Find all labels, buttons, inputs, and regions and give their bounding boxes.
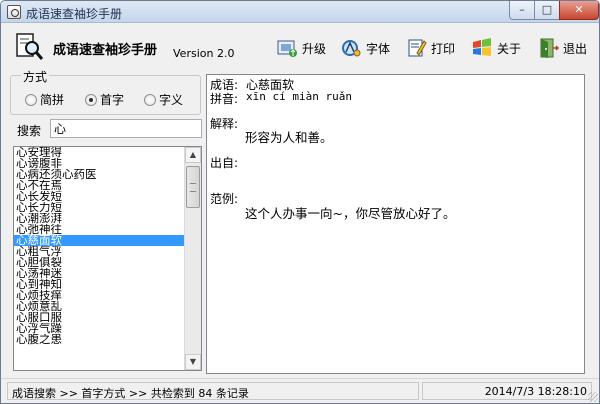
maximize-button[interactable]: □ [534, 1, 560, 20]
font-label: 字体 [366, 41, 391, 56]
list-item[interactable]: 心弛神往 [14, 224, 184, 235]
scroll-thumb[interactable] [186, 166, 200, 208]
window-title: 成语速查袖珍手册 [26, 7, 123, 21]
close-button[interactable]: ✕ [559, 1, 599, 20]
search-label: 搜索 [17, 124, 42, 138]
list-item[interactable]: 心病还须心药医 [14, 169, 184, 180]
list-item[interactable]: 心谤腹非 [14, 158, 184, 169]
resize-grip-icon[interactable] [588, 392, 598, 402]
list-item[interactable]: 心潮澎湃 [14, 213, 184, 224]
scroll-up-arrow-icon[interactable]: ▲ [185, 147, 201, 163]
minimize-button[interactable]: – [509, 1, 535, 20]
mode-label-ziyi: 字义 [159, 93, 184, 107]
upgrade-label: 升级 [302, 41, 327, 56]
status-text: 成语搜索 >> 首字方式 >> 共检索到 84 条记录 [7, 382, 419, 400]
idiom-list-items: 心安理得 心谤腹非 心病还须心药医 心不在焉 心长发短 心长力短 心潮澎湃 心弛神往 心慈面软心… [14, 147, 184, 345]
example-label: 范例: [210, 192, 239, 206]
example-value: 这个人办事一向~，你尽管放心好了。 [245, 206, 456, 221]
list-item[interactable]: 心到神知 [14, 279, 184, 290]
about-button[interactable]: 关于 [471, 36, 521, 60]
radio-indicator [144, 93, 156, 106]
print-label: 打印 [431, 41, 456, 56]
radio-indicator [25, 93, 37, 106]
list-item[interactable]: 心长发短 [14, 191, 184, 202]
search-input[interactable] [50, 119, 202, 138]
list-item[interactable]: 心不在焉 [14, 180, 184, 191]
list-item[interactable]: 心烦意乱 [14, 301, 184, 312]
list-item-selected[interactable]: 心慈面软 [14, 235, 184, 246]
exit-label: 退出 [563, 41, 588, 56]
list-item[interactable]: 心腹之患 [14, 334, 184, 345]
mode-label-shouzi: 首字 [100, 93, 125, 107]
font-button[interactable]: 字体 [340, 36, 390, 60]
about-label: 关于 [497, 41, 522, 56]
source-label: 出自: [210, 156, 239, 170]
status-bar: 成语搜索 >> 首字方式 >> 共检索到 84 条记录 2014/7/3 18:… [1, 378, 599, 403]
explain-label: 解释: [210, 117, 239, 131]
list-item[interactable]: 心安理得 [14, 147, 184, 158]
list-item[interactable]: 心服口服 [14, 312, 184, 323]
mode-label-jianpin: 简拼 [40, 93, 65, 107]
app-icon [7, 5, 21, 19]
mode-radio-jianpin[interactable]: 简拼 [25, 91, 64, 108]
pinyin-label: 拼音: [210, 92, 239, 106]
pinyin-value: xīn cí miàn ruǎn [246, 90, 352, 103]
search-mode-group: 方式 简拼 首字 字义 [10, 68, 201, 115]
app-title: 成语速查袖珍手册 [53, 43, 158, 58]
list-item[interactable]: 心浮气躁 [14, 323, 184, 334]
header: 成语速查袖珍手册 Version 2.0 升级 字体 打印 关于 退出 [1, 24, 599, 70]
list-scrollbar[interactable]: ▲ ▼ [184, 147, 201, 370]
mode-radio-shouzi[interactable]: 首字 [85, 91, 124, 108]
upgrade-button[interactable]: 升级 [276, 36, 326, 60]
list-item[interactable]: 心荡神迷 [14, 268, 184, 279]
book-search-icon [16, 33, 44, 60]
idiom-detail-panel[interactable]: 成语: 心慈面软 拼音: xīn cí miàn ruǎn 解释: 形容为人和善… [206, 74, 585, 374]
search-mode-legend: 方式 [21, 68, 50, 85]
radio-indicator-selected [85, 93, 97, 106]
list-item[interactable]: 心胆俱裂 [14, 257, 184, 268]
upgrade-icon [277, 40, 297, 57]
explain-value: 形容为人和善。 [245, 130, 333, 145]
windows-flag-icon [473, 38, 491, 56]
font-icon [342, 40, 361, 57]
exit-door-icon [540, 38, 559, 58]
app-window: 成语速查袖珍手册 – □ ✕ 成语速查袖珍手册 Version 2.0 升级 字… [0, 0, 600, 404]
print-icon [408, 39, 427, 57]
exit-button[interactable]: 退出 [537, 36, 587, 60]
scroll-down-arrow-icon[interactable]: ▼ [185, 354, 201, 370]
list-item[interactable]: 心粗气浮 [14, 246, 184, 257]
mode-radio-ziyi[interactable]: 字义 [144, 91, 183, 108]
version-label: Version 2.0 [173, 47, 235, 60]
list-item[interactable]: 心长力短 [14, 202, 184, 213]
print-button[interactable]: 打印 [405, 36, 455, 60]
status-datetime: 2014/7/3 18:28:10 [422, 382, 592, 400]
idiom-list[interactable]: 心安理得 心谤腹非 心病还须心药医 心不在焉 心长发短 心长力短 心潮澎湃 心弛神往 心慈面软心… [13, 146, 202, 371]
title-bar[interactable]: 成语速查袖珍手册 – □ ✕ [1, 1, 599, 23]
list-item[interactable]: 心烦技痒 [14, 290, 184, 301]
